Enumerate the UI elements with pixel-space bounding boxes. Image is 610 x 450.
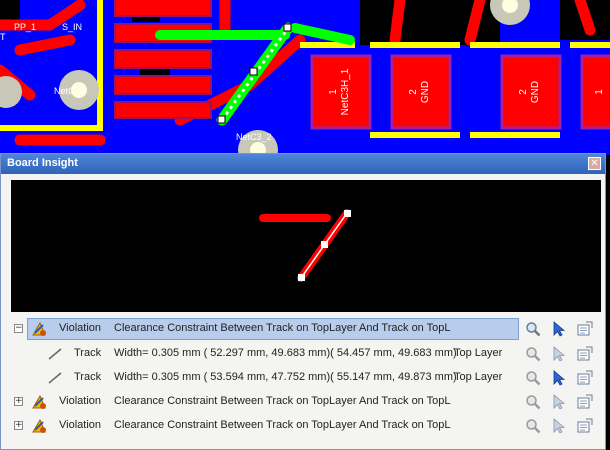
select-cursor-icon[interactable] bbox=[551, 321, 567, 337]
violation-icon bbox=[32, 321, 46, 336]
pcb-label-pp: PP_1 bbox=[14, 22, 36, 32]
violation-preview[interactable] bbox=[11, 180, 601, 312]
list-item-violation[interactable]: + Violation Clearance Constraint Between… bbox=[11, 415, 601, 437]
item-type: Violation bbox=[59, 419, 101, 431]
track-icon bbox=[48, 372, 62, 384]
preview-handle[interactable] bbox=[298, 274, 305, 281]
item-layer: Top Layer bbox=[454, 347, 503, 359]
properties-icon[interactable] bbox=[577, 346, 593, 362]
track-icon bbox=[48, 348, 62, 360]
list-item-violation[interactable]: − Violation Clearance Constraint Between… bbox=[11, 318, 601, 340]
item-description: Width= 0.305 mm ( 53.594 mm, 47.752 mm)(… bbox=[114, 371, 457, 383]
collapse-toggle[interactable]: − bbox=[14, 324, 23, 333]
list-item-track[interactable]: Track Width= 0.305 mm ( 52.297 mm, 49.68… bbox=[11, 343, 601, 365]
board-insight-panel: Board Insight ✕ − Violation Clearance Co… bbox=[0, 153, 606, 450]
properties-icon[interactable] bbox=[577, 418, 593, 434]
violation-icon bbox=[32, 394, 46, 409]
pad-3-net: GND bbox=[530, 81, 541, 103]
properties-icon[interactable] bbox=[577, 321, 593, 337]
pcb-label-netc2: NetC_2 bbox=[54, 86, 85, 96]
item-type: Violation bbox=[59, 322, 101, 334]
item-description: Clearance Constraint Between Track on To… bbox=[114, 395, 451, 407]
zoom-icon[interactable] bbox=[525, 370, 541, 386]
list-item-violation[interactable]: + Violation Clearance Constraint Between… bbox=[11, 391, 601, 413]
zoom-icon[interactable] bbox=[525, 321, 541, 337]
properties-icon[interactable] bbox=[577, 394, 593, 410]
preview-handle[interactable] bbox=[344, 210, 351, 217]
expand-toggle[interactable]: + bbox=[14, 397, 23, 406]
preview-handle[interactable] bbox=[321, 241, 328, 248]
pad-2-number: 2 bbox=[408, 89, 419, 95]
zoom-icon[interactable] bbox=[525, 346, 541, 362]
item-type: Violation bbox=[59, 395, 101, 407]
select-cursor-icon[interactable] bbox=[551, 418, 567, 434]
select-cursor-icon[interactable] bbox=[551, 346, 567, 362]
select-cursor-icon[interactable] bbox=[551, 370, 567, 386]
panel-title: Board Insight bbox=[7, 157, 78, 169]
close-icon[interactable]: ✕ bbox=[588, 157, 601, 170]
pad-4-number: 1 bbox=[594, 89, 605, 95]
properties-icon[interactable] bbox=[577, 370, 593, 386]
panel-titlebar[interactable]: Board Insight ✕ bbox=[1, 154, 605, 174]
violation-icon bbox=[32, 418, 46, 433]
results-list: − Violation Clearance Constraint Between… bbox=[11, 318, 601, 446]
pad-2-net: GND bbox=[420, 81, 431, 103]
pcb-label-t: T bbox=[0, 32, 6, 42]
item-description: Clearance Constraint Between Track on To… bbox=[114, 419, 451, 431]
pad-1-number: 1 bbox=[328, 89, 339, 95]
zoom-icon[interactable] bbox=[525, 394, 541, 410]
item-description: Width= 0.305 mm ( 52.297 mm, 49.683 mm)(… bbox=[114, 347, 457, 359]
item-type: Track bbox=[74, 347, 102, 359]
list-item-track[interactable]: Track Width= 0.305 mm ( 53.594 mm, 47.75… bbox=[11, 367, 601, 389]
zoom-icon[interactable] bbox=[525, 418, 541, 434]
pcb-label-netc3: NetC3_2 bbox=[236, 132, 272, 142]
pad-1-net: NetC3H_1 bbox=[340, 68, 351, 115]
pcb-label-sin: S_IN bbox=[62, 22, 82, 32]
expand-toggle[interactable]: + bbox=[14, 421, 23, 430]
pad-3-number: 2 bbox=[518, 89, 529, 95]
item-layer: Top Layer bbox=[454, 371, 503, 383]
item-type: Track bbox=[74, 371, 102, 383]
item-description: Clearance Constraint Between Track on To… bbox=[114, 322, 451, 334]
select-cursor-icon[interactable] bbox=[551, 394, 567, 410]
